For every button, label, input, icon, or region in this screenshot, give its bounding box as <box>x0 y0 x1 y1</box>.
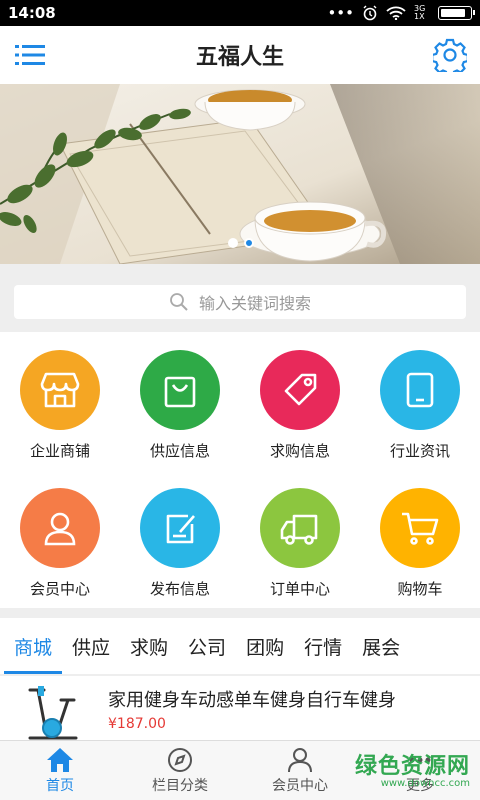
carousel-indicator <box>228 238 254 248</box>
store-icon <box>40 372 80 408</box>
watermark: 绿色资源网 www.downcc.com <box>355 748 470 789</box>
category-label: 求购信息 <box>269 442 330 460</box>
category-purchase[interactable]: 求购信息 <box>240 350 360 461</box>
search-icon <box>170 293 188 311</box>
alarm-icon <box>363 5 377 21</box>
banner-image <box>0 84 480 264</box>
category-grid: 企业商铺 供应信息 求购信息 行业资讯 会员中心 发布信息 订单中心 购物车 <box>0 332 480 608</box>
user-icon <box>44 512 76 546</box>
category-publish[interactable]: 发布信息 <box>120 488 240 599</box>
shopping-bag-icon <box>164 376 196 408</box>
category-icon-bg <box>140 350 220 430</box>
category-orders[interactable]: 订单中心 <box>240 488 360 599</box>
category-icon-bg <box>260 488 340 568</box>
tab-exhibition[interactable]: 展会 <box>352 618 410 674</box>
status-time: 14:08 <box>8 4 56 22</box>
category-news[interactable]: 行业资讯 <box>360 350 480 461</box>
tab-supply[interactable]: 供应 <box>62 618 120 674</box>
menu-button[interactable] <box>12 37 48 73</box>
category-store[interactable]: 企业商铺 <box>0 350 120 461</box>
price-tag-icon <box>284 373 317 406</box>
category-label: 发布信息 <box>149 580 210 598</box>
category-label: 行业资讯 <box>389 442 450 460</box>
gear-icon <box>433 38 467 72</box>
nav-member[interactable]: 会员中心 <box>240 745 360 795</box>
page-title: 五福人生 <box>195 45 284 70</box>
more-dots-icon: ••• <box>327 4 354 22</box>
product-image <box>28 686 78 740</box>
battery-icon <box>438 6 475 20</box>
category-icon-bg <box>140 488 220 568</box>
compass-icon <box>168 748 192 772</box>
user-icon <box>288 748 312 773</box>
carousel-dot[interactable] <box>244 238 254 248</box>
nav-label: 首页 <box>46 778 74 794</box>
category-icon-bg <box>380 488 460 568</box>
product-price: ¥187.00 <box>108 716 166 732</box>
category-label: 订单中心 <box>269 580 330 598</box>
cart-icon <box>402 512 439 545</box>
edit-icon <box>166 514 195 544</box>
banner-carousel[interactable] <box>0 84 480 264</box>
tab-market[interactable]: 行情 <box>294 618 352 674</box>
category-icon-bg <box>20 350 100 430</box>
tablet-icon <box>406 372 434 408</box>
category-member[interactable]: 会员中心 <box>0 488 120 599</box>
status-icons: ••• 3G 1X <box>327 4 475 22</box>
tab-mall[interactable]: 商城 <box>4 618 63 674</box>
status-bar: 14:08 ••• 3G 1X <box>0 0 480 26</box>
truck-icon <box>280 514 318 545</box>
carousel-dot[interactable] <box>228 238 238 248</box>
category-cart[interactable]: 购物车 <box>360 488 480 599</box>
wifi-icon <box>386 6 406 20</box>
nav-label: 栏目分类 <box>152 778 208 794</box>
network-type: 3G 1X <box>414 4 426 21</box>
product-name: 家用健身车动感单车健身自行车健身 <box>108 690 396 711</box>
tab-company[interactable]: 公司 <box>178 618 236 674</box>
search-section: 输入关键词搜索 <box>0 272 480 332</box>
menu-icon <box>15 45 45 65</box>
category-icon-bg <box>380 350 460 430</box>
category-tabs: 商城 供应 求购 公司 团购 行情 展会 <box>0 618 480 674</box>
nav-categories[interactable]: 栏目分类 <box>120 745 240 795</box>
nav-label: 会员中心 <box>272 778 328 794</box>
settings-button[interactable] <box>432 37 468 73</box>
category-label: 供应信息 <box>149 442 210 460</box>
app-header: 五福人生 <box>0 26 480 84</box>
search-input[interactable]: 输入关键词搜索 <box>14 285 466 319</box>
list-item[interactable]: 家用健身车动感单车健身自行车健身 ¥187.00 <box>0 676 480 740</box>
category-supply[interactable]: 供应信息 <box>120 350 240 461</box>
category-icon-bg <box>260 350 340 430</box>
home-icon <box>47 748 73 772</box>
watermark-title: 绿色资源网 <box>354 754 470 779</box>
category-label: 会员中心 <box>29 580 90 598</box>
category-label: 企业商铺 <box>29 442 90 460</box>
tab-group-buy[interactable]: 团购 <box>236 618 294 674</box>
category-label: 购物车 <box>397 580 443 598</box>
nav-home[interactable]: 首页 <box>0 745 120 795</box>
tab-purchase[interactable]: 求购 <box>120 618 178 674</box>
category-icon-bg <box>20 488 100 568</box>
search-placeholder: 输入关键词搜索 <box>198 294 311 313</box>
